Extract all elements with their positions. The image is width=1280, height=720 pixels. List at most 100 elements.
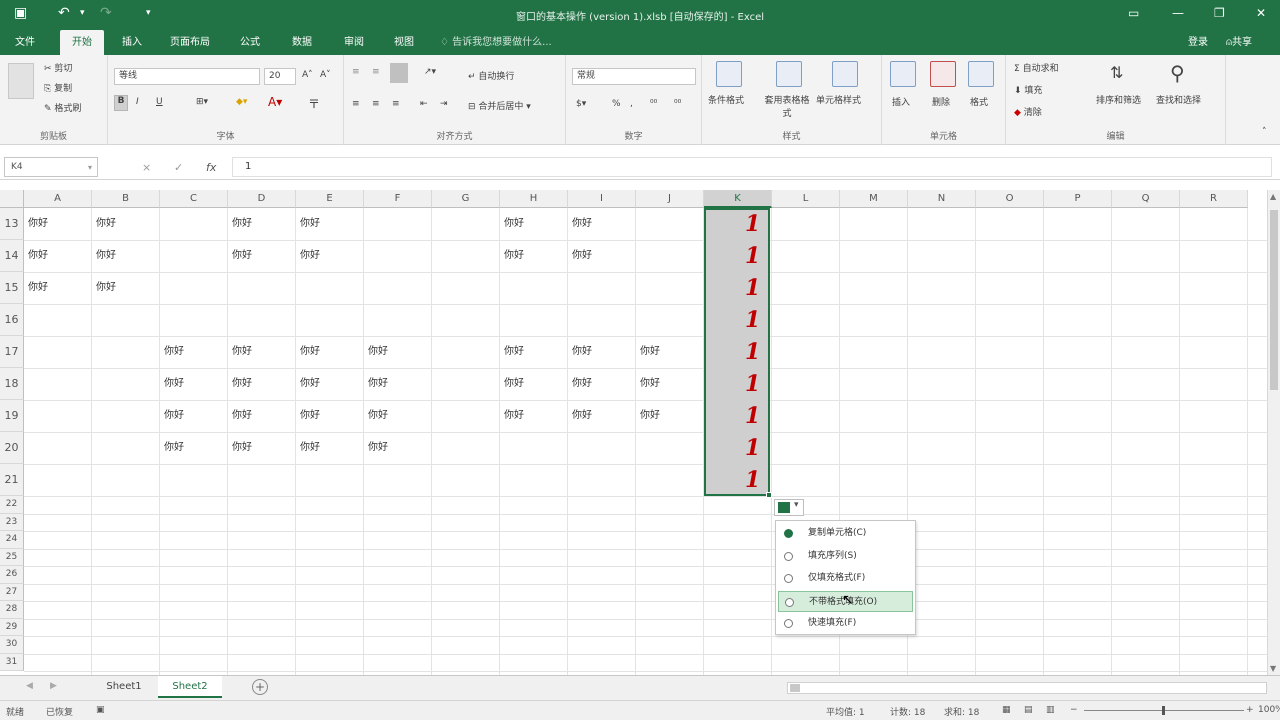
cell-text[interactable]: 你好 (504, 400, 524, 432)
cell-text[interactable]: 你好 (504, 240, 524, 272)
cell-text[interactable]: 你好 (504, 336, 524, 368)
scroll-down-icon[interactable]: ▼ (1270, 664, 1276, 673)
cell-text[interactable]: 你好 (300, 240, 320, 272)
conditional-format-icon[interactable] (716, 61, 742, 87)
collapse-ribbon-icon[interactable]: ˄ (1262, 127, 1267, 137)
format-cells-icon[interactable] (968, 61, 994, 87)
tab-file[interactable]: 文件 (8, 30, 42, 55)
cell-text[interactable]: 你好 (368, 368, 388, 400)
cell-text[interactable]: 你好 (232, 432, 252, 464)
column-header-n[interactable]: N (908, 190, 976, 208)
cell-k-value[interactable]: 1 (745, 336, 760, 368)
cell-text[interactable]: 你好 (368, 336, 388, 368)
column-header-o[interactable]: O (976, 190, 1044, 208)
minimize-icon[interactable]: — (1172, 6, 1184, 20)
column-header-c[interactable]: C (160, 190, 228, 208)
auto-fill-options-button[interactable]: ▾ (774, 499, 804, 516)
cell-text[interactable]: 你好 (572, 208, 592, 240)
column-header-e[interactable]: E (296, 190, 364, 208)
increase-decimal-icon[interactable]: ⁰⁰ (650, 99, 657, 109)
currency-icon[interactable]: $▾ (576, 99, 586, 109)
cell-styles-icon[interactable] (832, 61, 858, 87)
format-table-label[interactable]: 套用表格格式 (762, 93, 812, 119)
insert-function-icon[interactable]: fx (206, 161, 216, 174)
column-header-k[interactable]: K (704, 190, 772, 208)
border-icon[interactable]: ⊞▾ (196, 97, 208, 107)
row-header-16[interactable]: 16 (0, 304, 24, 336)
autofill-option[interactable]: 复制单元格(C) (778, 523, 913, 544)
grow-font-icon[interactable]: A˄ (302, 70, 313, 80)
normal-view-icon[interactable]: ▦ (1002, 705, 1011, 715)
cell-styles-label[interactable]: 单元格样式 (816, 93, 861, 106)
autofill-option[interactable]: 填充序列(S) (778, 546, 913, 567)
prev-sheet-icon[interactable]: ◀ (26, 681, 33, 691)
share-button[interactable]: ⍝共享 (1226, 30, 1252, 55)
cell-text[interactable]: 你好 (640, 400, 660, 432)
column-header-d[interactable]: D (228, 190, 296, 208)
cell-text[interactable]: 你好 (368, 432, 388, 464)
row-header-29[interactable]: 29 (0, 618, 24, 636)
tab-home[interactable]: 开始 (60, 30, 104, 55)
align-top-icon[interactable]: ≡ (352, 67, 360, 77)
cell-text[interactable]: 你好 (164, 336, 184, 368)
formula-input[interactable]: 1 (232, 157, 1272, 177)
column-header-p[interactable]: P (1044, 190, 1112, 208)
tab-data[interactable]: 数据 (282, 30, 322, 55)
cell-text[interactable]: 你好 (300, 368, 320, 400)
format-cells-label[interactable]: 格式 (970, 95, 988, 108)
cell-text[interactable]: 你好 (232, 368, 252, 400)
underline-button[interactable]: U (156, 97, 163, 107)
row-header-18[interactable]: 18 (0, 368, 24, 400)
merge-center-button[interactable]: ⊟ 合并后居中 ▾ (468, 99, 531, 112)
cell-text[interactable]: 你好 (164, 400, 184, 432)
row-header-28[interactable]: 28 (0, 601, 24, 619)
cell-k-value[interactable]: 1 (745, 304, 760, 336)
indent-decrease-icon[interactable]: ⇤ (420, 99, 428, 109)
cell-text[interactable]: 你好 (640, 336, 660, 368)
scroll-up-icon[interactable]: ▲ (1270, 192, 1276, 201)
decrease-decimal-icon[interactable]: ⁰⁰ (674, 99, 681, 109)
column-header-b[interactable]: B (92, 190, 160, 208)
row-header-24[interactable]: 24 (0, 531, 24, 549)
delete-cells-label[interactable]: 删除 (932, 95, 950, 108)
cell-k-value[interactable]: 1 (745, 272, 760, 304)
cell-text[interactable]: 你好 (504, 208, 524, 240)
macro-record-icon[interactable]: ▣ (96, 705, 105, 715)
name-box-dropdown-icon[interactable]: ▾ (88, 163, 92, 172)
format-table-icon[interactable] (776, 61, 802, 87)
align-middle-icon[interactable]: ≡ (372, 67, 380, 77)
zoom-slider-thumb[interactable] (1162, 706, 1165, 715)
tab-formulas[interactable]: 公式 (230, 30, 270, 55)
name-box[interactable]: K4 (4, 157, 98, 177)
page-layout-view-icon[interactable]: ▤ (1024, 705, 1033, 715)
cell-text[interactable]: 你好 (232, 240, 252, 272)
delete-cells-icon[interactable] (930, 61, 956, 87)
find-select-icon[interactable]: ⚲ (1170, 61, 1185, 85)
align-right-icon[interactable]: ≡ (392, 99, 400, 109)
cell-k-value[interactable]: 1 (745, 464, 760, 496)
cell-text[interactable]: 你好 (232, 400, 252, 432)
format-painter-button[interactable]: ✎ 格式刷 (44, 101, 81, 114)
zoom-in-icon[interactable]: + (1246, 705, 1254, 715)
row-header-21[interactable]: 21 (0, 464, 24, 496)
cell-text[interactable]: 你好 (300, 400, 320, 432)
enter-icon[interactable]: ✓ (174, 161, 183, 174)
find-select-label[interactable]: 查找和选择 (1156, 93, 1201, 106)
bold-button[interactable]: B (114, 95, 128, 111)
font-size-select[interactable]: 20 (264, 68, 296, 85)
horizontal-scrollbar[interactable] (787, 682, 1267, 694)
row-header-14[interactable]: 14 (0, 240, 24, 272)
vertical-scroll-thumb[interactable] (1270, 210, 1278, 390)
cell-text[interactable]: 你好 (164, 368, 184, 400)
insert-cells-label[interactable]: 插入 (892, 95, 910, 108)
clear-button[interactable]: ◆ 清除 (1014, 105, 1042, 118)
percent-button[interactable]: % (612, 99, 621, 109)
cell-text[interactable]: 你好 (96, 240, 116, 272)
fill-button[interactable]: ⬇ 填充 (1014, 83, 1042, 96)
fill-handle[interactable] (766, 492, 772, 498)
row-header-27[interactable]: 27 (0, 583, 24, 601)
shrink-font-icon[interactable]: A˅ (320, 70, 331, 80)
cell-text[interactable]: 你好 (640, 368, 660, 400)
tab-review[interactable]: 审阅 (334, 30, 374, 55)
worksheet-grid[interactable]: ABCDEFGHIJKLMNOPQR 13 14 15 16 17 18 19 20 21 22 2… (0, 190, 1267, 675)
